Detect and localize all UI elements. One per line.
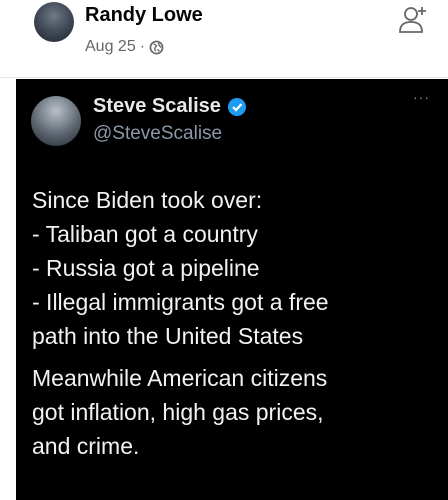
tweet-line: - Russia got a pipeline (32, 255, 260, 281)
tweet-paragraph: Meanwhile American citizens got inflatio… (32, 361, 442, 463)
tweet-paragraph: Since Biden took over: - Taliban got a c… (32, 183, 442, 353)
tweet-line: Since Biden took over: (32, 187, 263, 213)
tweet-handle[interactable]: @SteveScalise (93, 123, 222, 145)
globe-icon[interactable] (149, 40, 164, 55)
meta-separator: · (139, 38, 146, 55)
post-date[interactable]: Aug 25 (85, 38, 136, 56)
tweet-line: and crime. (32, 433, 140, 459)
tweet-line: - Taliban got a country (32, 221, 258, 247)
tweet-line: - Illegal immigrants got a free (32, 289, 329, 315)
verified-badge-icon (227, 97, 246, 116)
embedded-tweet: Steve Scalise @SteveScalise ··· Since Bi… (16, 79, 448, 500)
add-friend-icon[interactable] (396, 2, 430, 36)
tweet-text: Since Biden took over: - Taliban got a c… (32, 183, 442, 471)
tweet-author-row: Steve Scalise (93, 95, 247, 118)
tweet-line: path into the United States (32, 323, 304, 349)
more-options-icon[interactable]: ··· (413, 89, 430, 105)
tweet-author-avatar[interactable] (31, 96, 81, 146)
tweet-line: got inflation, high gas prices, (32, 399, 324, 425)
facebook-post-header: Randy Lowe Aug 25 · (0, 0, 448, 78)
tweet-line: Meanwhile American citizens (32, 365, 328, 391)
author-avatar[interactable] (34, 2, 74, 42)
tweet-author-name[interactable]: Steve Scalise (93, 95, 221, 118)
post-author-name[interactable]: Randy Lowe (85, 4, 203, 27)
post-meta: Aug 25 · (85, 38, 164, 56)
